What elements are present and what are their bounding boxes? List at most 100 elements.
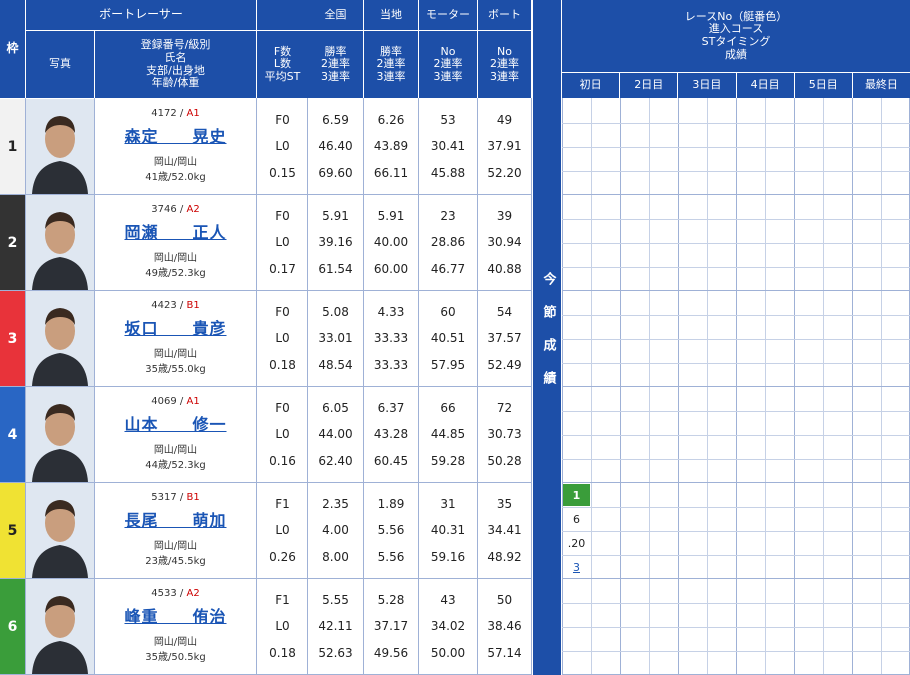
day-header-row: 初日 2日目 3日目 4日目 5日目 最終日 (562, 73, 910, 98)
racer-st: 0.16 (269, 453, 296, 468)
header-race-info-3: STタイミング (701, 35, 771, 48)
racer-age-weight: 44歳/52.3kg (145, 460, 206, 471)
racer-age-weight: 41歳/52.0kg (145, 172, 206, 183)
grid-row-subline (562, 411, 910, 412)
header-rate-loc: 勝率 2連率 3連率 (364, 31, 418, 98)
racer-photo (26, 195, 94, 290)
racer-name-link[interactable]: 峰重 侑治 (124, 603, 226, 627)
frame-number: 2 (0, 195, 25, 290)
racer-loc-2: 5.56 (377, 523, 405, 538)
grid-row-separator (562, 578, 910, 579)
racer-name-link[interactable]: 長尾 萌加 (124, 507, 226, 531)
racer-name-link[interactable]: 岡瀬 正人 (124, 219, 226, 243)
racer-class: B1 (186, 300, 200, 311)
frame-number: 1 (0, 99, 25, 194)
day-header-2: 2日目 (620, 73, 678, 98)
racer-boat-2: 30.94 (487, 235, 522, 250)
racer-fl-st: F0 L0 0.18 (257, 291, 308, 386)
current-results-label: 今節成績 (540, 271, 556, 404)
racer-loc-3: 49.56 (373, 645, 409, 660)
racer-f: F1 (275, 593, 290, 608)
racer-boat-3: 48.92 (487, 549, 522, 564)
grid-row-subline (562, 123, 910, 124)
racer-photo-avatar (26, 195, 94, 290)
racer-name-link[interactable]: 坂口 貴彦 (124, 315, 226, 339)
grid-row-subline (562, 531, 910, 532)
column-separator (418, 98, 419, 675)
racer-photo (26, 291, 94, 386)
frame-number-text: 6 (7, 618, 18, 635)
header-frame: 枠 (0, 0, 25, 98)
racer-motor-2: 40.51 (430, 331, 466, 346)
racer-motor-2: 28.86 (430, 235, 466, 250)
racer-boat-1: 35 (496, 497, 513, 512)
column-separator (307, 98, 308, 675)
racer-loc-1: 6.37 (377, 401, 405, 416)
racer-boat-2: 30.73 (487, 427, 522, 442)
grid-row-subline (562, 651, 910, 652)
racer-reg-class: 4069 / A1 (151, 396, 200, 407)
racer-branch: 岡山/岡山 (153, 445, 198, 456)
racer-nat-rates: 6.05 44.00 62.40 (308, 387, 363, 482)
grid-row-separator (562, 194, 910, 195)
racer-l: L0 (275, 235, 290, 250)
racer-age-weight: 23歳/45.5kg (145, 556, 206, 567)
frame-number: 3 (0, 291, 25, 386)
racer-photo-avatar (26, 99, 94, 194)
header-fl-st: F数 L数 平均ST (257, 31, 308, 98)
racer-name-link[interactable]: 山本 修一 (124, 411, 226, 435)
racer-boat-1: 39 (496, 209, 513, 224)
header-boat-racer: ボートレーサー (26, 0, 256, 30)
racer-reg-class: 4172 / A1 (151, 108, 200, 119)
grid-row-separator (562, 290, 910, 291)
racer-l: L0 (275, 523, 290, 538)
racer-nat-3: 52.63 (318, 645, 353, 660)
racer-f: F0 (275, 113, 290, 128)
racer-age-weight: 35歳/55.0kg (145, 364, 206, 375)
race-no-badge[interactable]: 1 (563, 484, 590, 506)
racer-loc-rates: 1.89 5.56 5.56 (364, 483, 418, 578)
racer-nat-rates: 5.55 42.11 52.63 (308, 579, 363, 674)
racer-nat-1: 5.91 (322, 209, 349, 224)
grid-row-subline (562, 603, 910, 604)
racer-name-link[interactable]: 森定 晃史 (124, 123, 226, 147)
grid-row-subline (562, 507, 910, 508)
racer-photo-avatar (26, 291, 94, 386)
racer-motor-1: 60 (440, 305, 456, 320)
racer-f: F0 (275, 305, 290, 320)
racer-nat-2: 46.40 (318, 139, 353, 154)
frame-number-text: 4 (7, 426, 18, 443)
racer-f: F0 (275, 209, 290, 224)
header-rate-boat: No 2連率 3連率 (478, 31, 531, 98)
grid-row-subline (562, 315, 910, 316)
grid-row-subline (562, 219, 910, 220)
racer-age-weight: 35歳/50.5kg (145, 652, 206, 663)
racer-loc-1: 1.89 (377, 497, 405, 512)
header-st: 平均ST (264, 69, 301, 83)
header-rate-nat-3: 3連率 (321, 69, 350, 83)
racer-branch: 岡山/岡山 (153, 349, 198, 360)
grid-row-subline (562, 267, 910, 268)
racer-photo-avatar (26, 387, 94, 482)
race-result-link[interactable]: 3 (563, 556, 590, 578)
racer-boat-rates: 50 38.46 57.14 (478, 579, 531, 674)
racer-nat-rates: 5.91 39.16 61.54 (308, 195, 363, 290)
racer-branch: 岡山/岡山 (153, 253, 198, 264)
racer-nat-3: 8.00 (322, 549, 349, 564)
day-header-1: 初日 (562, 73, 620, 98)
header-racer-info: 登録番号/級別 氏名 支部/出身地 年齢/体重 (95, 31, 256, 98)
race-st: .20 (567, 536, 586, 550)
frame-number-text: 3 (7, 330, 18, 347)
racer-photo (26, 99, 94, 194)
header-rate-boat-3: 3連率 (490, 69, 519, 83)
racer-l: L0 (275, 427, 290, 442)
frame-number-text: 2 (7, 234, 18, 251)
racer-motor-3: 59.16 (430, 549, 466, 564)
racer-boat-3: 57.14 (487, 645, 522, 660)
header-racer-info-2: 氏名 (164, 50, 187, 64)
racer-reg: 4069 (151, 396, 177, 407)
racer-nat-1: 5.08 (322, 305, 349, 320)
racer-motor-3: 46.77 (430, 261, 466, 276)
racer-motor-rates: 31 40.31 59.16 (419, 483, 477, 578)
racer-nat-1: 5.55 (322, 593, 349, 608)
